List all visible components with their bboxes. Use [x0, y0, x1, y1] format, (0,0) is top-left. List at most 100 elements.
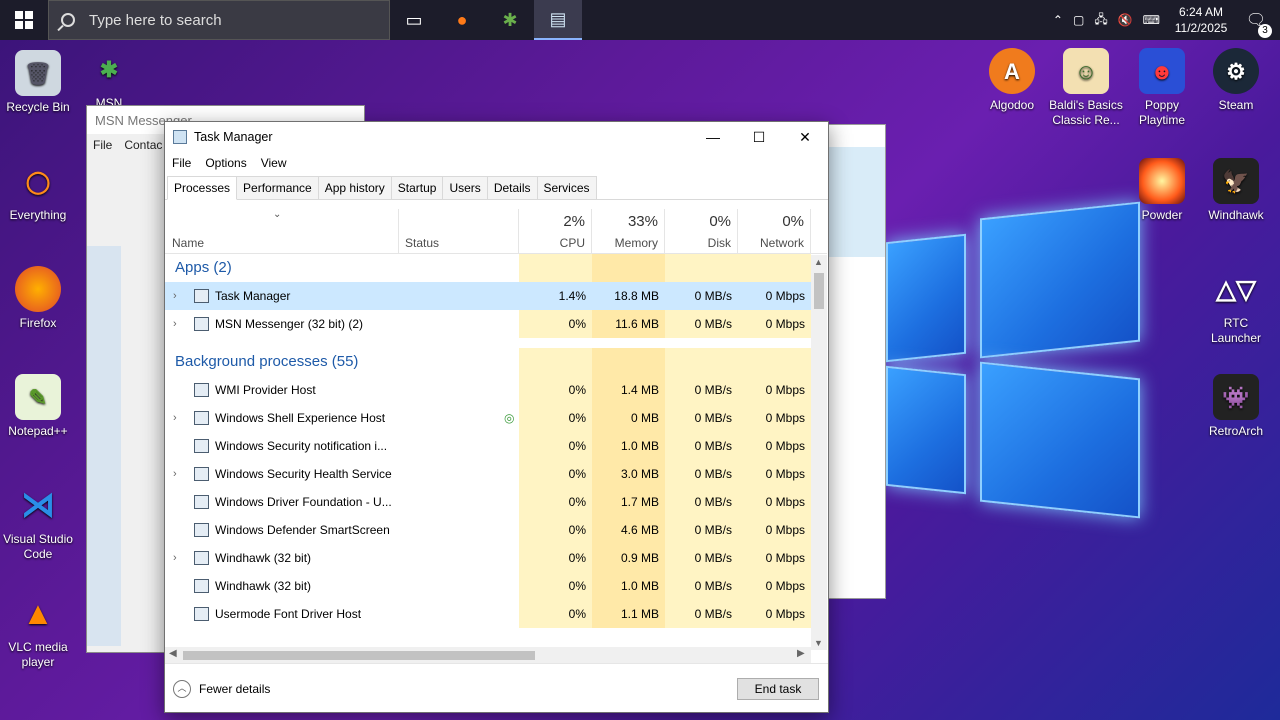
memory-cell: 1.0 MB: [592, 572, 665, 600]
desktop-icon-baldis-basics[interactable]: ☺ Baldi's Basics Classic Re...: [1048, 48, 1124, 128]
table-row[interactable]: WMI Provider Host 0% 1.4 MB 0 MB/s 0 Mbps: [165, 376, 827, 404]
table-row[interactable]: Windhawk (32 bit) 0% 1.0 MB 0 MB/s 0 Mbps: [165, 572, 827, 600]
network-cell: 0 Mbps: [738, 488, 811, 516]
table-row[interactable]: › Task Manager 1.4% 18.8 MB 0 MB/s 0 Mbps: [165, 282, 827, 310]
taskbar-task-manager-button[interactable]: ▤: [534, 0, 582, 40]
windhawk-icon: 🦅: [1213, 158, 1259, 204]
desktop-icon-rtc-launcher[interactable]: △▽ RTC Launcher: [1198, 266, 1274, 346]
network-icon[interactable]: 🖧: [1094, 10, 1107, 31]
desktop-icon-recycle-bin[interactable]: 🗑 Recycle Bin: [0, 50, 76, 115]
menu-options[interactable]: Options: [205, 156, 246, 170]
memory-cell: 0.9 MB: [592, 544, 665, 572]
tab-details[interactable]: Details: [486, 176, 538, 199]
expand-chevron-right-icon[interactable]: ›: [173, 282, 177, 310]
end-task-button[interactable]: End task: [737, 678, 819, 700]
scroll-up-icon[interactable]: ▲: [814, 257, 823, 267]
disk-cell: 0 MB/s: [665, 488, 738, 516]
task-manager-title-bar[interactable]: Task Manager — ☐ ✕: [165, 122, 828, 152]
desktop-icon-steam[interactable]: ⚙ Steam: [1198, 48, 1274, 113]
tab-services[interactable]: Services: [536, 176, 597, 199]
tab-app-history[interactable]: App history: [317, 176, 392, 199]
process-rows: Apps (2) › Task Manager 1.4% 18.8 MB 0 MB/s 0 …: [165, 254, 827, 628]
action-center-button[interactable]: 🗨 3: [1242, 10, 1272, 38]
desktop-icon-msn[interactable]: ✱ MSN: [74, 46, 144, 111]
table-row[interactable]: › Windhawk (32 bit) 0% 0.9 MB 0 MB/s 0 Mbps: [165, 544, 827, 572]
desktop-icon-vlc[interactable]: ▲ VLC media player: [0, 590, 76, 670]
retroarch-icon: 👾: [1213, 374, 1259, 420]
group-background-processes[interactable]: Background processes (55): [165, 348, 827, 376]
clock[interactable]: 6:24 AM 11/2/2025: [1170, 4, 1232, 36]
expand-chevron-right-icon[interactable]: ›: [173, 460, 177, 488]
volume-muted-icon[interactable]: 🔇: [1118, 13, 1133, 27]
process-icon: [194, 523, 209, 537]
desktop-icon-retroarch[interactable]: 👾 RetroArch: [1198, 374, 1274, 439]
taskbar-msn-button[interactable]: ✱: [486, 0, 534, 40]
desktop-icon-notepad-plus-plus[interactable]: ✎ Notepad++: [0, 374, 76, 439]
tab-processes[interactable]: Processes: [167, 176, 238, 200]
table-row[interactable]: Windows Defender SmartScreen 0% 4.6 MB 0 MB…: [165, 516, 827, 544]
vlc-icon: ▲: [22, 594, 54, 631]
disk-cell: 0 MB/s: [665, 572, 738, 600]
search-placeholder: Type here to search: [89, 11, 222, 29]
expand-chevron-right-icon[interactable]: ›: [173, 310, 177, 338]
task-manager-icon: ▤: [549, 8, 567, 29]
table-row[interactable]: › Windows Security Health Service 0% 3.0 MB…: [165, 460, 827, 488]
maximize-button[interactable]: ☐: [736, 122, 782, 152]
process-name: Windows Security Health Service: [215, 467, 392, 481]
desktop-icon-powder[interactable]: Powder: [1124, 158, 1200, 223]
tray-app-icon[interactable]: ▢: [1073, 13, 1084, 27]
tab-performance[interactable]: Performance: [236, 176, 319, 199]
tab-users[interactable]: Users: [442, 176, 488, 199]
column-header-disk[interactable]: 0% Disk: [665, 209, 738, 254]
horizontal-scroll-thumb[interactable]: [183, 651, 535, 660]
vertical-scroll-thumb[interactable]: [814, 273, 824, 309]
close-button[interactable]: ✕: [782, 122, 828, 152]
group-apps[interactable]: Apps (2): [165, 254, 827, 282]
task-manager-window[interactable]: Task Manager — ☐ ✕ File Options View Pro…: [164, 121, 829, 713]
taskbar-search-box[interactable]: Type here to search: [48, 0, 390, 40]
horizontal-scrollbar[interactable]: ◀ ▶: [165, 647, 811, 663]
fewer-details-button[interactable]: ︿ Fewer details: [173, 680, 270, 698]
taskbar-firefox-button[interactable]: ●: [438, 0, 486, 40]
background-window[interactable]: [826, 124, 886, 599]
desktop-icon-windhawk[interactable]: 🦅 Windhawk: [1198, 158, 1274, 223]
cpu-cell: 0%: [519, 488, 592, 516]
scroll-down-icon[interactable]: ▼: [814, 638, 823, 648]
chevron-up-icon[interactable]: ⌃: [1053, 13, 1063, 27]
process-name: Task Manager: [215, 289, 291, 303]
disk-cell: 0 MB/s: [665, 404, 738, 432]
task-view-button[interactable]: ▭: [390, 0, 438, 40]
keyboard-icon[interactable]: ⌨: [1143, 13, 1160, 27]
table-row[interactable]: › Windows Shell Experience Host ◎ 0% 0 MB 0 M…: [165, 404, 827, 432]
table-row[interactable]: Usermode Font Driver Host 0% 1.1 MB 0 MB/s 0…: [165, 600, 827, 628]
column-header-status[interactable]: Status: [399, 209, 519, 254]
table-row[interactable]: Windows Driver Foundation - U... 0% 1.7 MB…: [165, 488, 827, 516]
desktop-icon-poppy-playtime[interactable]: ☻ Poppy Playtime: [1124, 48, 1200, 128]
memory-cell: 1.4 MB: [592, 376, 665, 404]
vertical-scrollbar[interactable]: ▲ ▼: [811, 255, 827, 650]
expand-chevron-right-icon[interactable]: ›: [173, 404, 177, 432]
disk-cell-bg: [665, 348, 738, 376]
tab-startup[interactable]: Startup: [390, 176, 444, 199]
desktop-icon-everything[interactable]: ◯ Everything: [0, 158, 76, 223]
column-header-name[interactable]: Name: [165, 209, 399, 254]
process-icon: [194, 467, 209, 481]
desktop-icon-algodoo[interactable]: A Algodoo: [974, 48, 1050, 113]
scroll-right-icon[interactable]: ▶: [797, 648, 805, 659]
msn-menu-file[interactable]: File: [93, 138, 112, 152]
menu-file[interactable]: File: [172, 156, 191, 170]
column-header-cpu[interactable]: 2% CPU: [519, 209, 592, 254]
network-cell: 0 Mbps: [738, 600, 811, 628]
scroll-left-icon[interactable]: ◀: [169, 648, 177, 659]
table-row[interactable]: › MSN Messenger (32 bit) (2) 0% 11.6 MB 0 MB…: [165, 310, 827, 338]
column-header-network[interactable]: 0% Network: [738, 209, 811, 254]
minimize-button[interactable]: —: [690, 122, 736, 152]
desktop-icon-firefox[interactable]: Firefox: [0, 266, 76, 331]
msn-menu-contacts[interactable]: Contac: [124, 138, 162, 152]
table-row[interactable]: Windows Security notification i... 0% 1.0 …: [165, 432, 827, 460]
desktop-icon-vscode[interactable]: ⋊ Visual Studio Code: [0, 482, 76, 562]
column-header-memory[interactable]: 33% Memory: [592, 209, 665, 254]
menu-view[interactable]: View: [261, 156, 287, 170]
expand-chevron-right-icon[interactable]: ›: [173, 544, 177, 572]
start-button[interactable]: [0, 0, 48, 40]
